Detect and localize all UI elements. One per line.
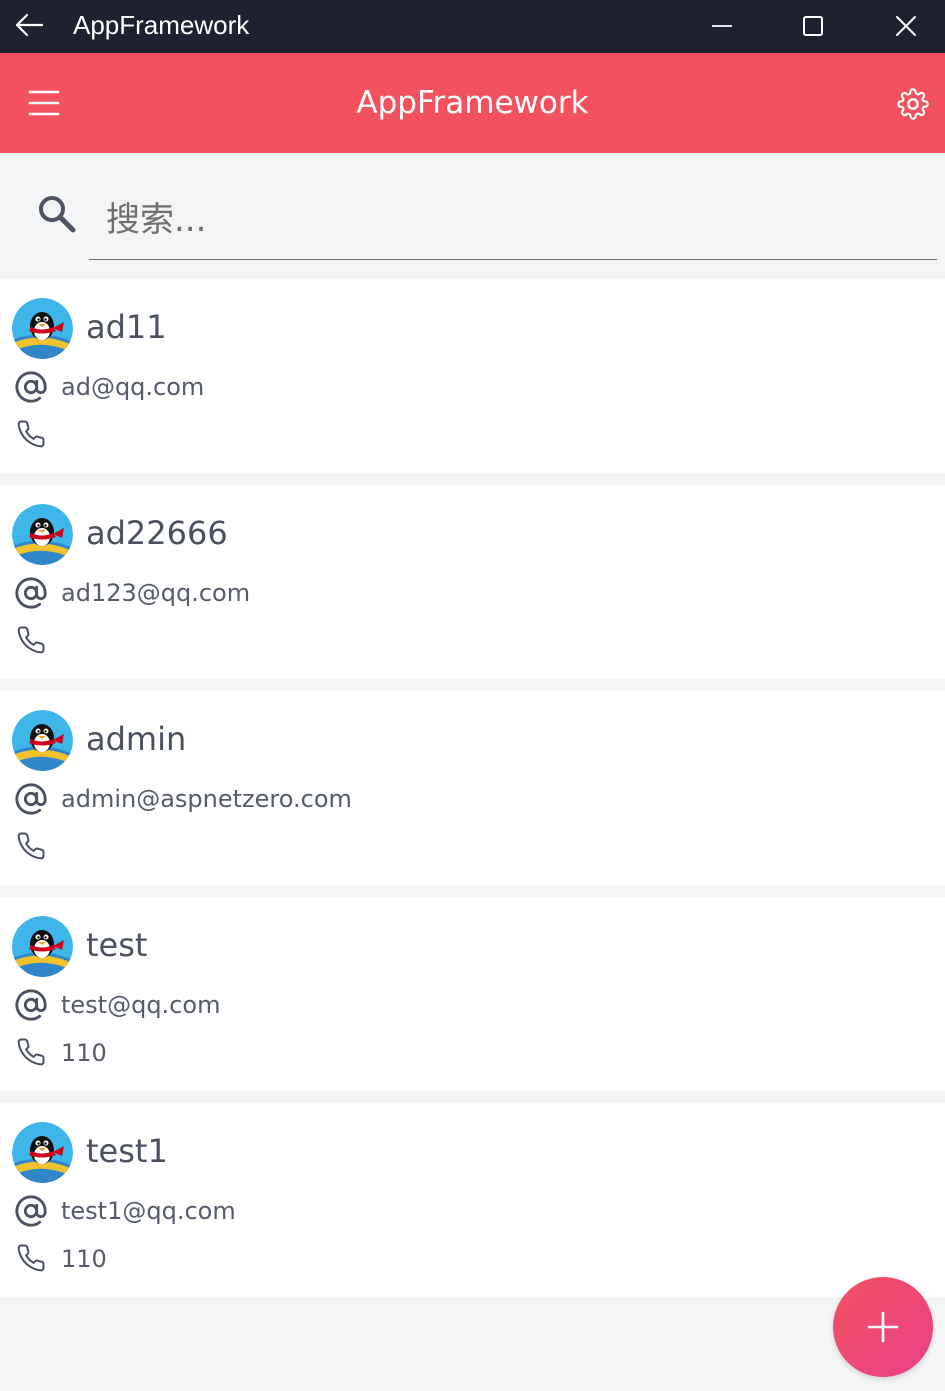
window-titlebar: AppFramework	[0, 0, 945, 53]
avatar	[12, 504, 73, 565]
user-email: test@qq.com	[61, 991, 221, 1019]
at-sign-icon	[14, 1194, 48, 1228]
add-user-button[interactable]	[833, 1277, 933, 1377]
search-input[interactable]	[89, 181, 937, 260]
user-name: admin	[86, 720, 187, 758]
back-arrow-icon[interactable]	[12, 10, 46, 40]
close-icon	[896, 16, 916, 36]
close-button[interactable]	[883, 7, 929, 45]
user-email: test1@qq.com	[61, 1197, 236, 1225]
avatar	[12, 710, 73, 771]
phone-icon	[16, 831, 48, 863]
user-email: ad@qq.com	[61, 373, 205, 401]
phone-icon	[16, 1243, 48, 1275]
user-name: test1	[86, 1132, 168, 1170]
user-card[interactable]: ad11 ad@qq.com	[0, 279, 945, 473]
phone-icon	[16, 419, 48, 451]
user-card[interactable]: ad22666 ad123@qq.com	[0, 485, 945, 679]
user-phone: 110	[61, 1245, 107, 1273]
app-header: AppFramework	[0, 53, 945, 153]
user-name: test	[86, 926, 148, 964]
at-sign-icon	[14, 782, 48, 816]
maximize-button[interactable]	[790, 7, 836, 45]
maximize-icon	[803, 16, 823, 36]
minimize-icon	[712, 25, 732, 27]
search-icon	[36, 193, 78, 235]
phone-icon	[16, 625, 48, 657]
user-name: ad22666	[86, 514, 228, 552]
user-card[interactable]: test test@qq.com 110	[0, 897, 945, 1091]
gear-icon[interactable]	[893, 84, 933, 124]
user-email: ad123@qq.com	[61, 579, 251, 607]
minimize-button[interactable]	[699, 7, 745, 45]
plus-icon	[867, 1311, 899, 1343]
search-bar	[0, 153, 945, 279]
avatar	[12, 298, 73, 359]
avatar	[12, 916, 73, 977]
at-sign-icon	[14, 988, 48, 1022]
at-sign-icon	[14, 576, 48, 610]
user-name: ad11	[86, 308, 167, 346]
user-phone: 110	[61, 1039, 107, 1067]
user-card[interactable]: admin admin@aspnetzero.com	[0, 691, 945, 885]
user-email: admin@aspnetzero.com	[61, 785, 352, 813]
phone-icon	[16, 1037, 48, 1069]
page-title: AppFramework	[356, 85, 589, 121]
window-title: AppFramework	[73, 10, 250, 40]
user-card[interactable]: test1 test1@qq.com 110	[0, 1103, 945, 1297]
at-sign-icon	[14, 370, 48, 404]
avatar	[12, 1122, 73, 1183]
